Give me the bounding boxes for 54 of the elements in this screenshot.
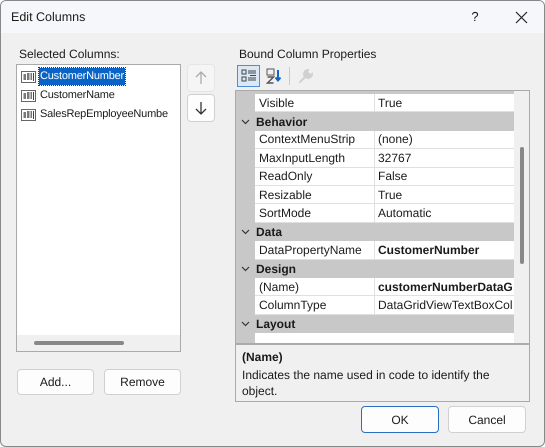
scrollbar-thumb[interactable] xyxy=(34,341,124,345)
category-label: Design xyxy=(255,260,296,278)
column-list-item[interactable]: SalesRepEmployeeNumbe xyxy=(39,106,169,123)
property-value-cell[interactable]: False xyxy=(375,168,514,186)
property-name-cell[interactable]: MaxInputLength xyxy=(255,149,375,168)
arrow-up-icon xyxy=(195,71,207,85)
properties-label: Bound Column Properties xyxy=(238,46,378,63)
help-button[interactable]: ? xyxy=(452,1,498,33)
category-label: Layout xyxy=(255,316,296,333)
window-title: Edit Columns xyxy=(11,8,86,26)
property-name-cell[interactable]: SortMode xyxy=(255,204,375,223)
description-text: Indicates the name used in code to identify the object. xyxy=(242,367,490,399)
property-value-cell[interactable]: Automatic xyxy=(375,204,514,223)
selected-columns-label: Selected Columns: xyxy=(18,46,121,63)
horizontal-scrollbar[interactable] xyxy=(17,335,180,351)
property-name-cell[interactable]: ReadOnly xyxy=(255,168,375,186)
property-value-cell[interactable]: True xyxy=(375,94,514,112)
property-name-cell[interactable]: Visible xyxy=(255,94,375,112)
property-name-cell[interactable]: ContextMenuStrip xyxy=(255,130,375,150)
scrollbar-thumb[interactable] xyxy=(520,147,524,264)
wrench-icon xyxy=(298,68,314,84)
column-list-item[interactable]: CustomerName xyxy=(39,87,116,104)
cancel-button[interactable]: Cancel xyxy=(448,406,526,433)
property-value-cell[interactable]: (none) xyxy=(375,130,514,150)
close-icon xyxy=(514,10,528,24)
arrow-down-icon xyxy=(195,101,207,115)
property-value-cell[interactable]: customerNumberDataG xyxy=(375,278,514,296)
categorized-view-button[interactable] xyxy=(237,65,260,87)
text-column-icon xyxy=(21,70,36,82)
category-label: Data xyxy=(255,224,282,241)
property-name-cell[interactable]: Resizable xyxy=(255,186,375,204)
chevron-down-icon xyxy=(241,228,250,235)
category-label: Behavior xyxy=(255,114,308,131)
text-column-icon xyxy=(21,108,36,120)
vertical-scrollbar[interactable] xyxy=(514,91,529,343)
column-list-item[interactable]: CustomerNumber xyxy=(39,68,126,85)
property-value-cell[interactable]: 32767 xyxy=(375,149,514,168)
ok-button[interactable]: OK xyxy=(361,406,439,433)
property-name-cell[interactable]: (Name) xyxy=(255,278,375,296)
move-down-button[interactable] xyxy=(187,94,215,122)
property-name-cell[interactable]: ColumnType xyxy=(255,296,375,315)
property-value-cell[interactable]: CustomerNumber xyxy=(375,241,514,260)
property-value-cell[interactable]: DataGridViewTextBoxCol xyxy=(375,296,514,315)
chevron-down-icon xyxy=(241,118,250,125)
text-column-icon xyxy=(21,90,36,102)
remove-button[interactable]: Remove xyxy=(104,369,181,395)
chevron-down-icon xyxy=(241,320,250,327)
add-button[interactable]: Add... xyxy=(17,369,94,395)
property-name-cell[interactable]: DataPropertyName xyxy=(255,241,375,260)
sort-icon xyxy=(266,68,282,84)
property-value-cell[interactable]: True xyxy=(375,186,514,204)
chevron-down-icon xyxy=(241,266,250,272)
categorized-icon xyxy=(240,69,256,83)
description-title: (Name) xyxy=(242,349,284,366)
